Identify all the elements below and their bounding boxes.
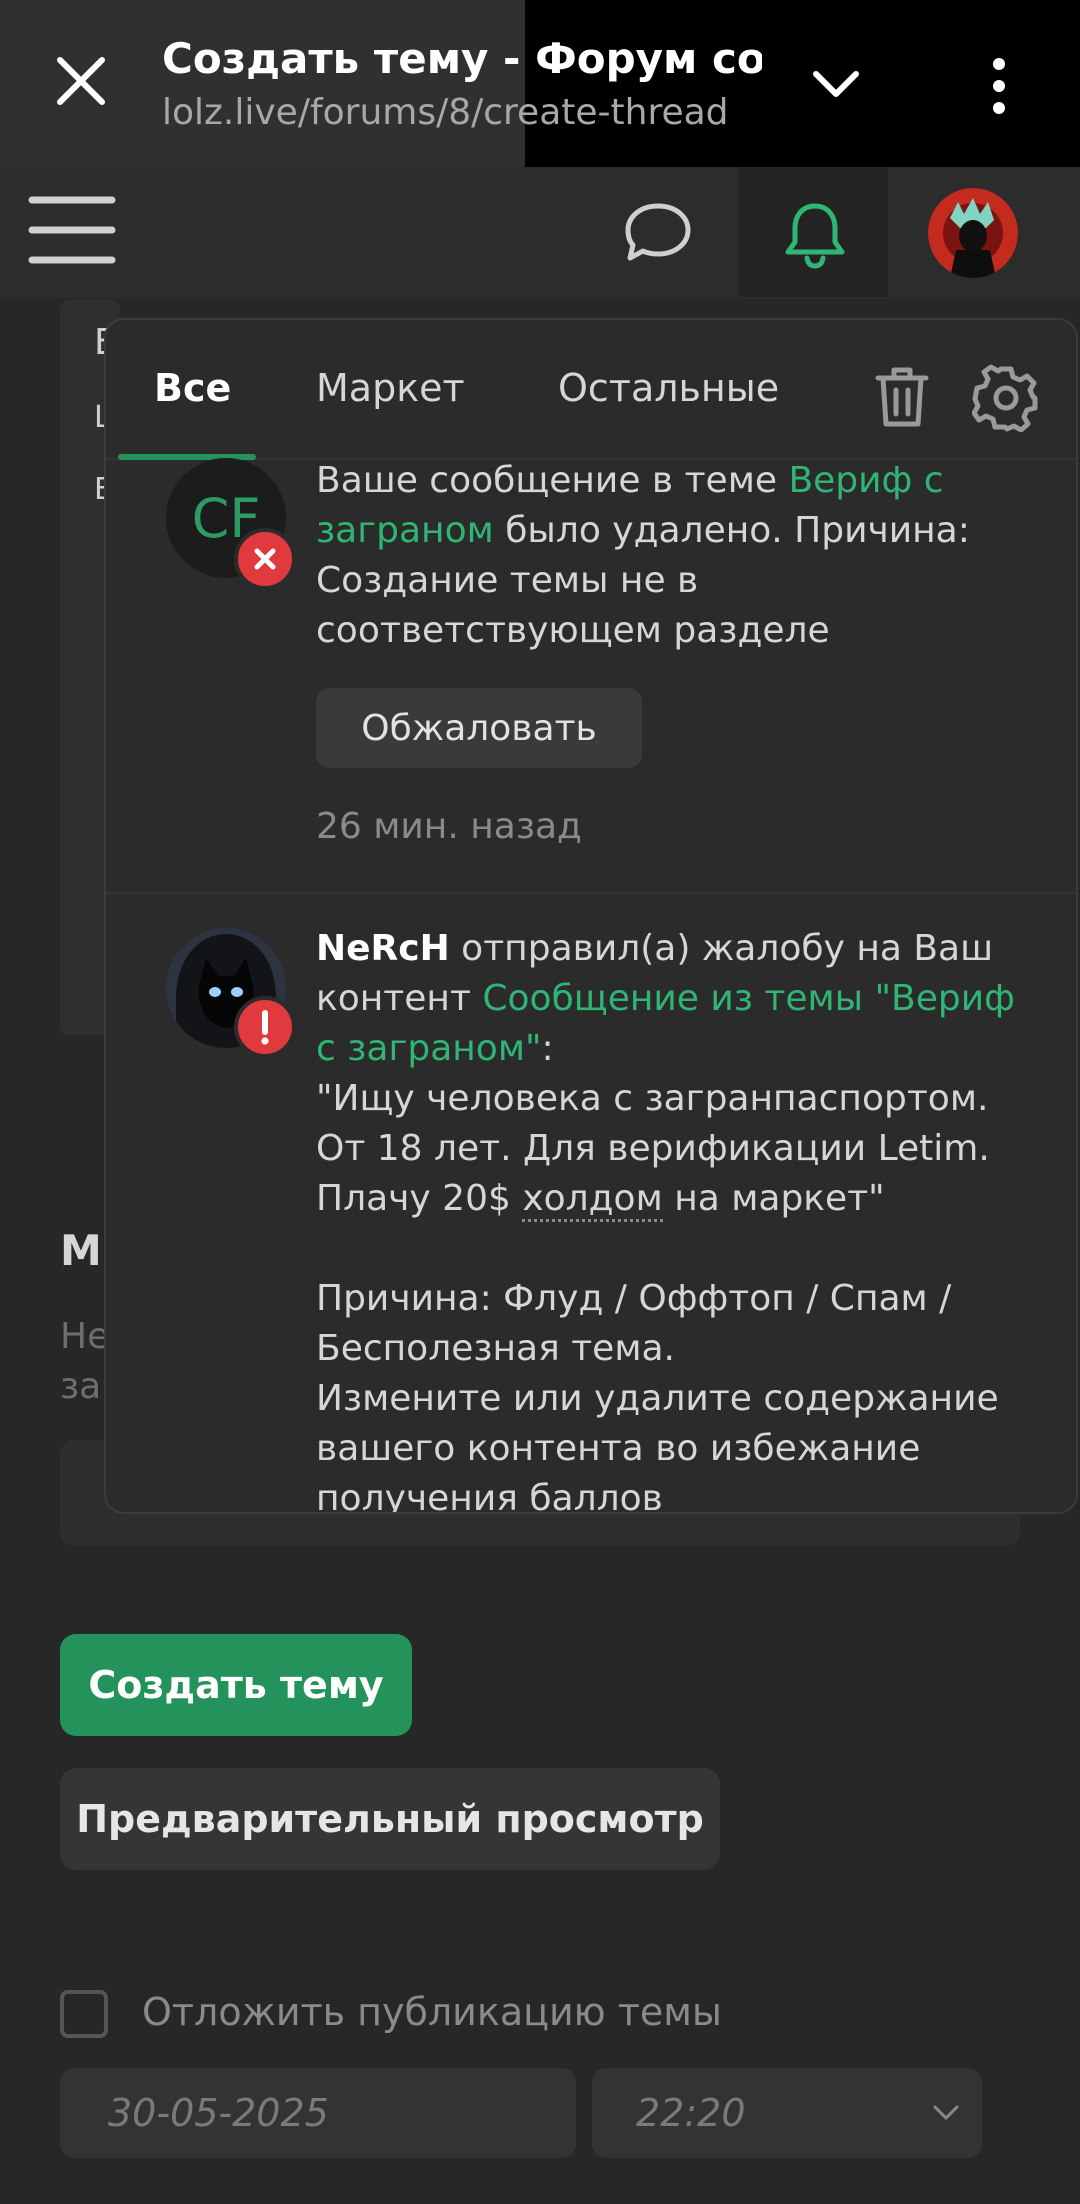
delay-publication-checkbox[interactable] bbox=[60, 1990, 108, 2038]
notification-time: 26 мин. назад bbox=[316, 806, 582, 847]
more-vert-icon[interactable] bbox=[975, 50, 1023, 122]
date-input[interactable]: 30-05-2025 bbox=[60, 2068, 576, 2158]
tab-market[interactable]: Маркет bbox=[316, 366, 465, 410]
trash-icon[interactable] bbox=[872, 364, 932, 430]
browser-page-title: Создать тему - Форум соц bbox=[162, 34, 762, 83]
notifications-popup: Все Маркет Остальные CF Ваше сообщение в… bbox=[104, 318, 1078, 1514]
quote-text: на маркет" bbox=[662, 1178, 885, 1219]
notification-tabs: Все Маркет Остальные bbox=[106, 320, 1076, 460]
site-header bbox=[0, 167, 1080, 299]
menu-icon[interactable] bbox=[28, 190, 116, 270]
time-value: 22:20 bbox=[636, 2091, 746, 2135]
tab-other[interactable]: Остальные bbox=[558, 366, 779, 410]
notification-text: NeRcH отправил(а) жалобу на Ваш контент … bbox=[316, 924, 1036, 1514]
browser-url[interactable]: lolz.live/forums/8/create-thread bbox=[162, 92, 729, 133]
create-thread-button[interactable]: Создать тему bbox=[60, 1634, 412, 1736]
time-select[interactable]: 22:20 bbox=[592, 2068, 982, 2158]
section-description: за bbox=[60, 1366, 102, 1407]
notification-text-part: : bbox=[541, 1028, 554, 1069]
delay-publication-label[interactable]: Отложить публикацию темы bbox=[142, 1990, 722, 2034]
username-link[interactable]: NeRcH bbox=[316, 928, 450, 969]
quote-term[interactable]: холдом bbox=[522, 1178, 663, 1222]
chevron-down-icon[interactable] bbox=[800, 56, 872, 116]
chat-icon[interactable] bbox=[618, 196, 698, 268]
bell-icon[interactable] bbox=[780, 198, 850, 270]
appeal-button[interactable]: Обжаловать bbox=[316, 688, 642, 768]
preview-button[interactable]: Предварительный просмотр bbox=[60, 1768, 720, 1870]
section-description: Не bbox=[60, 1316, 110, 1357]
gear-icon[interactable] bbox=[971, 364, 1040, 433]
reason-text: Причина: Флуд / Оффтоп / Спам / Бесполез… bbox=[316, 1278, 952, 1369]
chevron-down-icon bbox=[933, 2105, 959, 2121]
section-heading: М bbox=[60, 1226, 102, 1275]
avatar[interactable] bbox=[928, 188, 1018, 278]
notification-text: Ваше сообщение в теме Вериф с заграном б… bbox=[316, 456, 1036, 656]
tab-all[interactable]: Все bbox=[154, 366, 231, 410]
advice-text: Измените или удалите содержание вашего к… bbox=[316, 1378, 999, 1514]
notification-text-part: Ваше сообщение в теме bbox=[316, 460, 789, 501]
date-value: 30-05-2025 bbox=[108, 2091, 329, 2135]
close-icon[interactable] bbox=[50, 50, 112, 112]
divider bbox=[106, 892, 1076, 894]
error-badge-icon bbox=[234, 528, 296, 590]
warning-badge-icon bbox=[234, 996, 296, 1058]
